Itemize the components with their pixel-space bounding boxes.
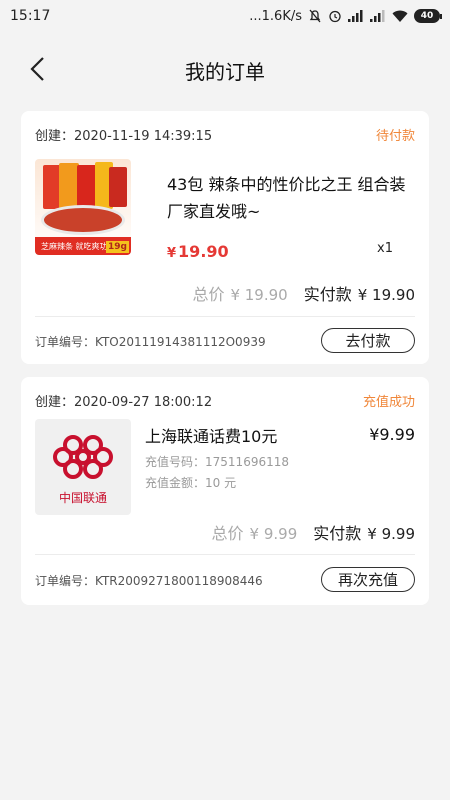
order-header: 创建：2020-09-27 18:00:12 充值成功 — [35, 391, 415, 410]
product-price: ¥9.99 — [369, 425, 415, 444]
divider — [35, 316, 415, 317]
recharge-amount: 充值金额：10 元 — [145, 476, 237, 490]
paid-label: 实付款 — [313, 524, 362, 543]
total-label: 总价 — [192, 285, 225, 304]
paid-label: 实付款 — [303, 285, 352, 304]
product-name[interactable]: 上海联通话费10元 — [145, 423, 277, 450]
product-image[interactable]: 中国联通 — [35, 419, 131, 515]
recharge-phone: 充值号码：17511696118 — [145, 455, 289, 469]
back-button[interactable] — [22, 54, 52, 84]
chevron-left-icon — [30, 57, 44, 81]
recharge-again-button[interactable]: 再次充值 — [321, 567, 415, 592]
wifi-icon — [392, 10, 408, 23]
page-title: 我的订单 — [185, 59, 265, 84]
total-value: ¥ 19.90 — [230, 286, 288, 304]
order-status: 待付款 — [375, 129, 415, 144]
total-value: ¥ 9.99 — [249, 525, 298, 543]
alarm-icon — [328, 9, 342, 23]
order-totals: 总价 ¥ 9.99 实付款 ¥ 9.99 — [212, 520, 415, 544]
network-speed: ...1.6K/s — [249, 8, 302, 24]
status-time: 15:17 — [10, 8, 51, 24]
status-icons: ...1.6K/s 40 — [249, 8, 442, 24]
product-name[interactable]: 43包 辣条中的性价比之王 组合装厂家直发哦~ — [167, 171, 407, 225]
brand-label: 中国联通 — [58, 491, 107, 505]
total-label: 总价 — [211, 524, 244, 543]
order-created: 创建：2020-11-19 14:39:15 — [35, 129, 213, 144]
order-number: 订单编号：KTO20111914381112O0939 — [35, 335, 266, 349]
paid-value: ¥ 19.90 — [357, 286, 415, 304]
product-price: ¥19.90 — [167, 242, 229, 261]
paid-value: ¥ 9.99 — [367, 525, 415, 543]
nav-bar: 我的订单 — [0, 42, 450, 98]
signal-hd-icon — [370, 10, 386, 22]
product-image[interactable]: 芝麻辣条 就吃爽功 19g — [35, 159, 131, 255]
status-bar: 15:17 ...1.6K/s 40 — [0, 0, 450, 32]
battery-icon: 40 — [414, 9, 442, 23]
product-quantity: x1 — [377, 241, 393, 256]
order-card[interactable]: 创建：2020-11-19 14:39:15 待付款 芝麻辣条 就吃爽功 19g… — [21, 111, 429, 364]
order-header: 创建：2020-11-19 14:39:15 待付款 — [35, 125, 415, 144]
signal-icon — [348, 10, 364, 22]
order-status: 充值成功 — [362, 395, 415, 410]
order-number: 订单编号：KTR2009271800118908446 — [35, 574, 263, 588]
pay-button[interactable]: 去付款 — [321, 328, 415, 353]
divider — [35, 554, 415, 555]
mute-icon — [308, 9, 322, 23]
order-totals: 总价 ¥ 19.90 实付款 ¥ 19.90 — [192, 281, 415, 305]
product-image-badge: 19g — [106, 241, 129, 253]
order-created: 创建：2020-09-27 18:00:12 — [35, 395, 213, 410]
order-card[interactable]: 创建：2020-09-27 18:00:12 充值成功 中国联通 上海联通话费1… — [21, 377, 429, 605]
